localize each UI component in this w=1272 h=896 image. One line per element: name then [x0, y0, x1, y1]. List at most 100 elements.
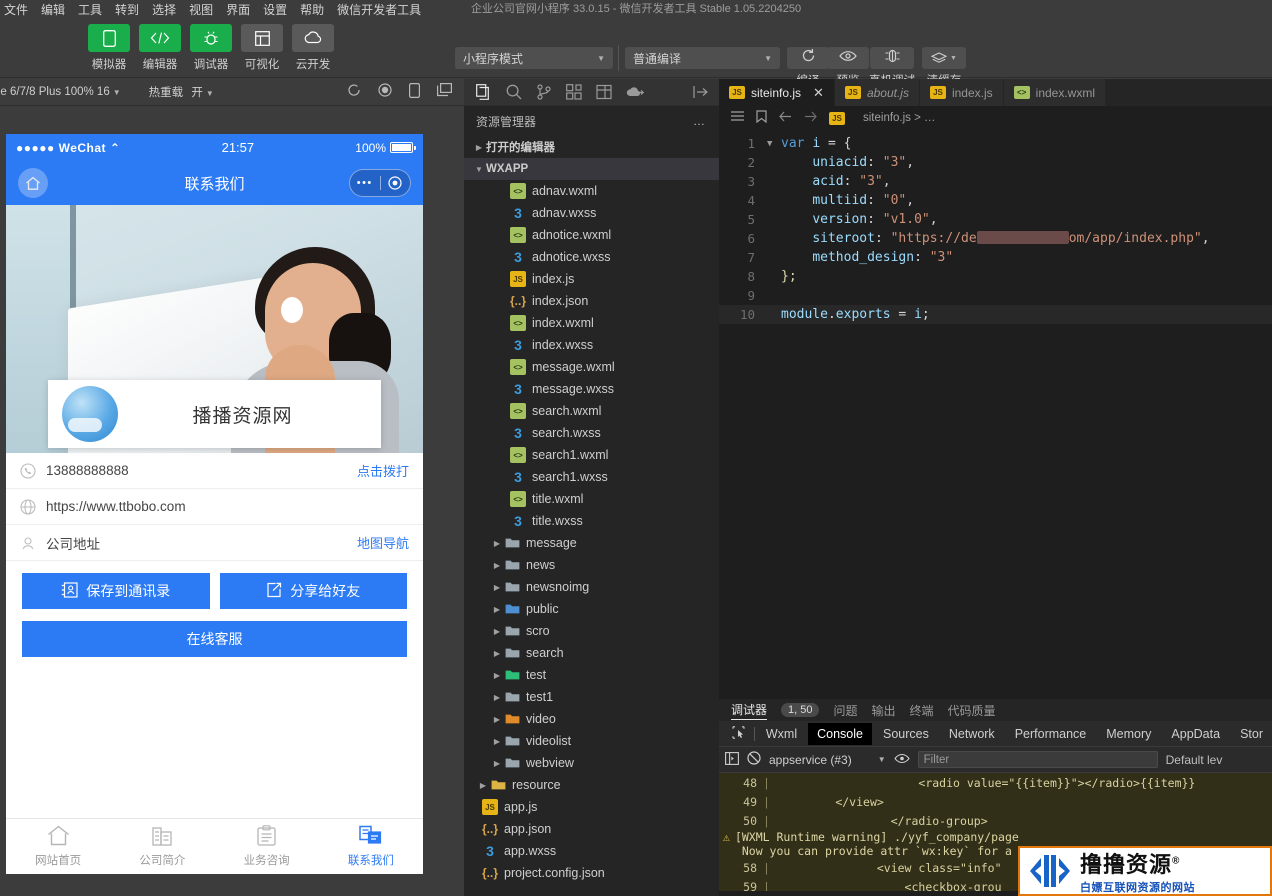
- menu-bar[interactable]: 文件 编辑 工具 转到 选择 视图 界面 设置 帮助 微信开发者工具: [0, 1, 421, 18]
- compile-button[interactable]: [787, 47, 829, 69]
- explorer-file-row[interactable]: <> adnotice.wxml: [464, 224, 719, 246]
- list-icon[interactable]: [731, 110, 744, 126]
- db-icon[interactable]: [596, 84, 612, 100]
- eye-icon[interactable]: [893, 753, 910, 767]
- explorer-file-row[interactable]: 3 index.wxss: [464, 334, 719, 356]
- menu-item-edit[interactable]: 编辑: [41, 1, 65, 18]
- record-icon[interactable]: [378, 83, 392, 101]
- explorer-folder-row[interactable]: ▶ videolist: [464, 730, 719, 752]
- chevron-right-icon[interactable]: ▶: [490, 605, 504, 614]
- chevron-right-icon[interactable]: ▶: [490, 693, 504, 702]
- toolbar-button-cloud[interactable]: 云开发: [292, 24, 334, 72]
- explorer-folder-row[interactable]: ▶ scro: [464, 620, 719, 642]
- files-icon[interactable]: [476, 84, 492, 100]
- chevron-right-icon[interactable]: ▶: [490, 561, 504, 570]
- phone-simulator[interactable]: ●●●●● WeChat ⌃ 21:57 100% 联系我们 ••• 播播资源网…: [6, 134, 423, 874]
- close-target-icon[interactable]: [381, 176, 411, 190]
- debugger-tab-调试器[interactable]: 调试器: [731, 701, 768, 720]
- cloud-icon[interactable]: [626, 86, 644, 99]
- devtools-tab-memory[interactable]: Memory: [1097, 723, 1160, 745]
- arrow-right-icon[interactable]: [804, 111, 817, 125]
- device-select[interactable]: ne 6/7/8 Plus 100% 16 ▼: [0, 86, 121, 98]
- clear-console-icon[interactable]: [747, 751, 761, 768]
- search-icon[interactable]: [506, 84, 522, 100]
- devtools-tab-stor[interactable]: Stor: [1231, 723, 1272, 745]
- chevron-right-icon[interactable]: ▶: [490, 539, 504, 548]
- explorer-file-row[interactable]: <> search.wxml: [464, 400, 719, 422]
- debugger-tab-终端[interactable]: 终端: [910, 702, 934, 719]
- explorer-file-row[interactable]: <> title.wxml: [464, 488, 719, 510]
- explorer-file-row[interactable]: <> adnav.wxml: [464, 180, 719, 202]
- chevron-right-icon[interactable]: ▶: [476, 781, 490, 790]
- toolbar-button-editor[interactable]: 编辑器: [139, 24, 181, 72]
- explorer-folder-row[interactable]: ▶ test: [464, 664, 719, 686]
- devtools-tab-network[interactable]: Network: [940, 723, 1004, 745]
- context-select[interactable]: appservice (#3) ▼: [769, 753, 886, 767]
- menu-item-interface[interactable]: 界面: [226, 1, 250, 18]
- console-sidebar-icon[interactable]: [725, 751, 739, 768]
- explorer-file-row[interactable]: 3 app.wxss: [464, 840, 719, 862]
- debugger-tab-问题[interactable]: 问题: [833, 702, 857, 719]
- clear-cache-button[interactable]: ▼: [922, 47, 966, 69]
- call-action[interactable]: 点击拨打: [357, 461, 409, 480]
- online-service-button[interactable]: 在线客服: [22, 621, 407, 657]
- rotate-icon[interactable]: [409, 83, 421, 101]
- menu-item-tools[interactable]: 工具: [78, 1, 102, 18]
- source-control-icon[interactable]: [536, 84, 552, 100]
- explorer-file-row[interactable]: {..} project.config.json: [464, 862, 719, 884]
- log-level-select[interactable]: Default lev: [1166, 753, 1223, 767]
- code-content[interactable]: 1 ▼ var i = {2 uniacid: "3", 3 acid: "3", 4 …: [719, 130, 1272, 324]
- tab-about[interactable]: 公司简介: [110, 819, 214, 874]
- explorer-file-row[interactable]: JS index.js: [464, 268, 719, 290]
- explorer-file-row[interactable]: 3 title.wxss: [464, 510, 719, 532]
- explorer-folder-row[interactable]: ▶ resource: [464, 774, 719, 796]
- info-row-address[interactable]: 公司地址 地图导航: [6, 525, 423, 561]
- chevron-right-icon[interactable]: ▶: [490, 759, 504, 768]
- preview-button[interactable]: [827, 47, 869, 69]
- multiscreen-icon[interactable]: [437, 83, 453, 101]
- explorer-file-row[interactable]: 3 search.wxss: [464, 422, 719, 444]
- explorer-file-row[interactable]: <> search1.wxml: [464, 444, 719, 466]
- devtools-tab-appdata[interactable]: AppData: [1162, 723, 1229, 745]
- editor-tab-index-wxml[interactable]: <> index.wxml: [1003, 79, 1107, 106]
- pointer-icon[interactable]: [725, 723, 752, 745]
- collapse-icon[interactable]: [693, 85, 719, 99]
- explorer-folder-row[interactable]: ▶ webview: [464, 752, 719, 774]
- mode-select[interactable]: 小程序模式 ▼: [455, 47, 613, 69]
- tab-consult[interactable]: 业务咨询: [215, 819, 319, 874]
- explorer-folder-row[interactable]: ▶ news: [464, 554, 719, 576]
- chevron-right-icon[interactable]: ▶: [490, 671, 504, 680]
- editor-tab-about-js[interactable]: JS about.js: [834, 79, 920, 106]
- explorer-file-row[interactable]: 3 message.wxss: [464, 378, 719, 400]
- tab-contact[interactable]: 联系我们: [319, 819, 423, 874]
- chevron-right-icon[interactable]: ▶: [490, 715, 504, 724]
- compile-select[interactable]: 普通编译 ▼: [625, 47, 780, 69]
- real-device-debug-button[interactable]: [870, 47, 914, 69]
- menu-item-file[interactable]: 文件: [4, 1, 28, 18]
- chevron-right-icon[interactable]: ▶: [490, 627, 504, 636]
- share-button[interactable]: 分享给好友: [219, 573, 407, 609]
- breadcrumb-path[interactable]: siteinfo.js > …: [863, 112, 936, 124]
- explorer-folder-row[interactable]: ▶ video: [464, 708, 719, 730]
- menu-item-view[interactable]: 视图: [189, 1, 213, 18]
- menu-item-settings[interactable]: 设置: [263, 1, 287, 18]
- explorer-file-row[interactable]: <> message.wxml: [464, 356, 719, 378]
- explorer-folder-row[interactable]: ▶ search: [464, 642, 719, 664]
- devtools-tab-wxml[interactable]: Wxml: [757, 723, 806, 745]
- map-nav-action[interactable]: 地图导航: [357, 533, 409, 552]
- explorer-file-row[interactable]: 3 adnav.wxss: [464, 202, 719, 224]
- editor-tab-siteinfo-js[interactable]: JS siteinfo.js ✕: [719, 79, 835, 106]
- explorer-folder-row[interactable]: ▶ newsnoimg: [464, 576, 719, 598]
- menu-item-help[interactable]: 帮助: [300, 1, 324, 18]
- bookmark-icon[interactable]: [756, 110, 767, 126]
- explorer-folder-row[interactable]: ▶ test1: [464, 686, 719, 708]
- explorer-folder-row[interactable]: ▶ public: [464, 598, 719, 620]
- chevron-right-icon[interactable]: ▶: [490, 583, 504, 592]
- hotreload-select[interactable]: 热重载 开 ▼: [149, 84, 214, 100]
- console-filter-input[interactable]: Filter: [917, 751, 1158, 768]
- explorer-file-row[interactable]: JS app.js: [464, 796, 719, 818]
- refresh-icon[interactable]: [347, 83, 361, 101]
- info-row-phone[interactable]: 13888888888 点击拨打: [6, 453, 423, 489]
- wechat-capsule[interactable]: •••: [349, 169, 411, 197]
- explorer-folder-row[interactable]: ▶ message: [464, 532, 719, 554]
